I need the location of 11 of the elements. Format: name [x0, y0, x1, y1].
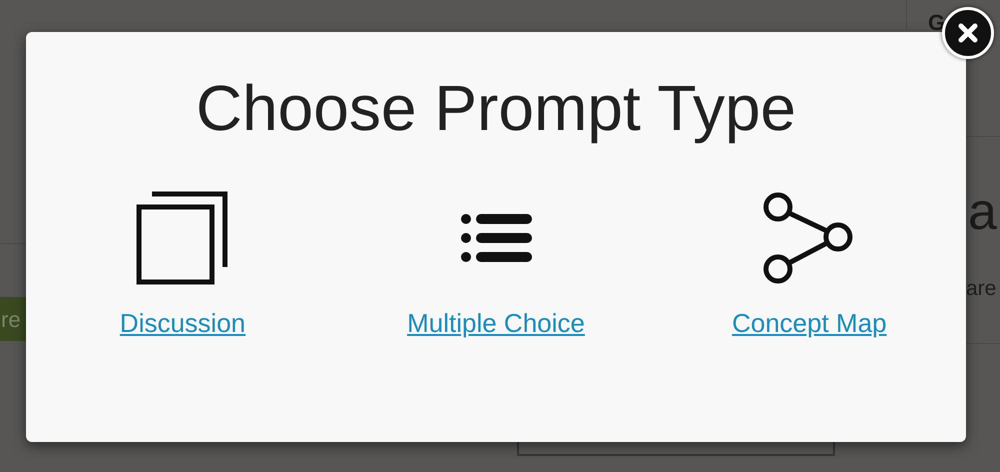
close-icon — [957, 22, 979, 44]
page-heading: a — [968, 186, 997, 238]
prompt-type-link[interactable]: Concept Map — [732, 304, 887, 343]
close-button[interactable] — [942, 7, 994, 59]
preview-button[interactable]: re — [0, 297, 26, 341]
squares-icon — [136, 191, 230, 285]
list-icon — [460, 213, 532, 263]
corner-label: G — [928, 9, 946, 37]
prompt-type-link[interactable]: Discussion — [120, 304, 246, 343]
prompt-type-link[interactable]: Multiple Choice — [407, 304, 585, 343]
page-text: are — [966, 276, 996, 302]
